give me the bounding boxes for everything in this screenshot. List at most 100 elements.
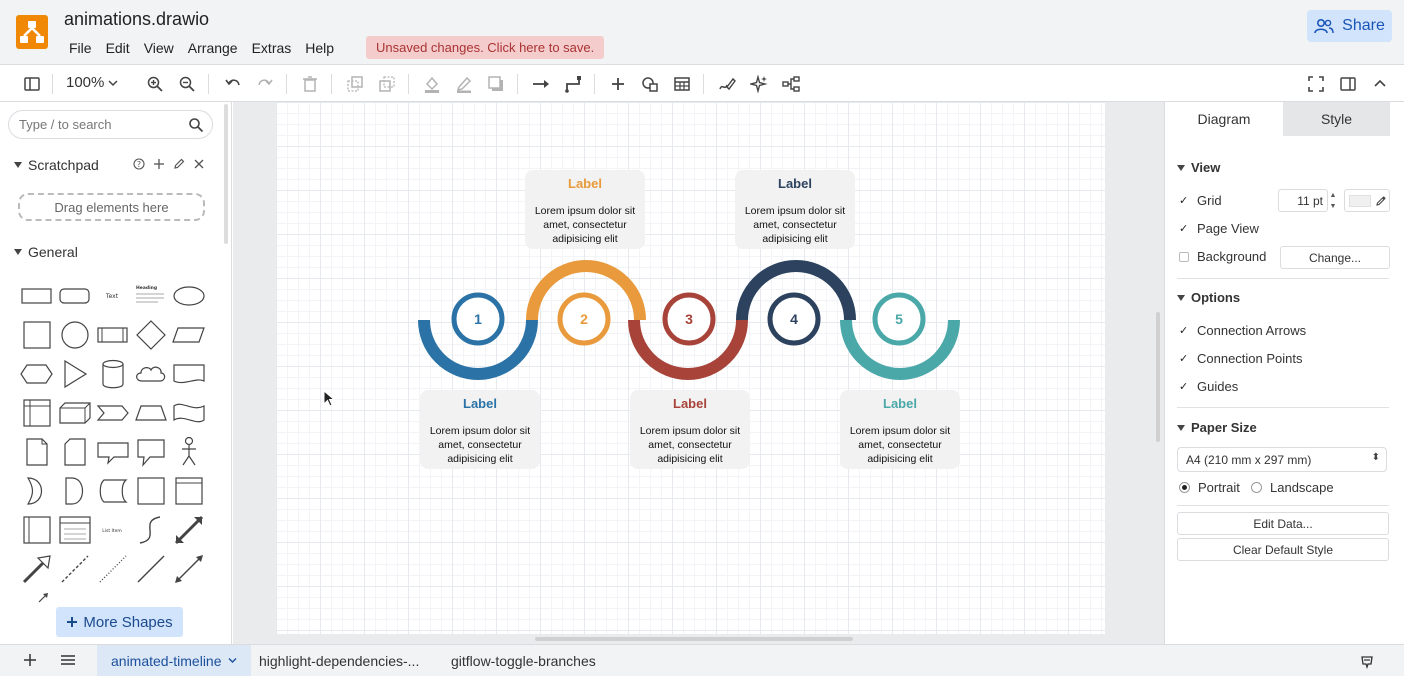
document-title[interactable]: animations.drawio <box>64 9 209 30</box>
shape-curve[interactable] <box>131 512 169 548</box>
grid-option[interactable]: ✓ Grid <box>1179 193 1222 208</box>
options-section-header[interactable]: Options <box>1177 290 1240 305</box>
more-shapes-button[interactable]: More Shapes <box>56 607 183 637</box>
paper-size-section-header[interactable]: Paper Size <box>1177 420 1257 435</box>
redo-button[interactable] <box>254 73 276 95</box>
shape-vertical-container[interactable] <box>17 512 55 548</box>
grid-checkbox[interactable]: ✓ <box>1179 195 1189 206</box>
toggle-format-panel-button[interactable] <box>1337 73 1359 95</box>
shape-container-square[interactable] <box>131 473 169 509</box>
connection-style-button[interactable] <box>530 73 552 95</box>
shape-text[interactable]: Text <box>93 278 131 314</box>
page-view-option[interactable]: ✓ Page View <box>1179 221 1259 236</box>
share-button[interactable]: Share <box>1307 10 1392 42</box>
menu-view[interactable]: View <box>137 38 181 58</box>
landscape-option[interactable]: Landscape <box>1251 480 1334 495</box>
zoom-in-button[interactable] <box>144 73 166 95</box>
fullscreen-button[interactable] <box>1305 73 1327 95</box>
grid-size-stepper[interactable]: ▲ ▼ <box>1328 190 1338 212</box>
fill-color-button[interactable] <box>421 73 443 95</box>
menu-arrange[interactable]: Arrange <box>181 38 245 58</box>
diagram-page[interactable]: 1 2 3 4 5 Label Lorem ipsum dolor sit am… <box>276 102 1105 634</box>
shape-double-arrow-line[interactable] <box>169 551 207 587</box>
menu-help[interactable]: Help <box>298 38 341 58</box>
diagram-canvas[interactable]: 1 2 3 4 5 Label Lorem ipsum dolor sit am… <box>233 102 1164 644</box>
shape-container-titled[interactable] <box>169 473 207 509</box>
help-icon[interactable]: ? <box>133 158 145 170</box>
shape-triangle[interactable] <box>55 356 93 392</box>
shape-speech-bubble[interactable] <box>131 434 169 470</box>
page-tab-highlight-dependencies[interactable]: highlight-dependencies-... <box>245 645 433 676</box>
tab-style[interactable]: Style <box>1283 102 1390 136</box>
shape-cylinder[interactable] <box>93 356 131 392</box>
zoom-dropdown[interactable]: 100% <box>66 74 118 91</box>
shape-circle[interactable] <box>55 317 93 353</box>
shape-diamond[interactable] <box>131 317 169 353</box>
shape-actor[interactable] <box>169 434 207 470</box>
shape-line[interactable] <box>131 551 169 587</box>
paper-size-select[interactable]: A4 (210 mm x 297 mm) ⬍ <box>1177 447 1387 472</box>
shape-card[interactable] <box>55 434 93 470</box>
scratchpad-drop-zone[interactable]: Drag elements here <box>18 193 205 221</box>
shape-cloud[interactable] <box>131 356 169 392</box>
edit-data-button[interactable]: Edit Data... <box>1177 512 1389 535</box>
shadow-button[interactable] <box>485 73 507 95</box>
shape-square[interactable] <box>17 317 55 353</box>
feedback-button[interactable] <box>1359 653 1375 670</box>
shape-dotted-line[interactable] <box>93 551 131 587</box>
shape-step[interactable] <box>93 395 131 431</box>
layout-button[interactable] <box>780 73 802 95</box>
shape-arrow[interactable] <box>17 551 55 587</box>
shape-document[interactable] <box>169 356 207 392</box>
shape-hexagon[interactable] <box>17 356 55 392</box>
portrait-radio[interactable] <box>1179 482 1190 493</box>
landscape-radio[interactable] <box>1251 482 1262 493</box>
page-view-checkbox[interactable]: ✓ <box>1179 223 1189 234</box>
shape-cube[interactable] <box>55 395 93 431</box>
shape-search-input[interactable]: Type / to search <box>8 110 213 139</box>
shape-tape[interactable] <box>169 395 207 431</box>
shape-ellipse[interactable] <box>169 278 207 314</box>
add-icon[interactable] <box>153 158 165 170</box>
insert-button[interactable] <box>607 73 629 95</box>
step-1-card[interactable]: Label Lorem ipsum dolor sit amet, consec… <box>420 390 540 469</box>
shape-small-arrow[interactable] <box>17 584 55 620</box>
general-header[interactable]: General <box>14 244 78 260</box>
shape-parallelogram[interactable] <box>169 317 207 353</box>
shapes-button[interactable] <box>639 73 661 95</box>
shape-callout[interactable] <box>93 434 131 470</box>
sidebar-scrollbar[interactable] <box>224 104 228 244</box>
menu-extras[interactable]: Extras <box>245 38 299 58</box>
shape-note[interactable] <box>17 434 55 470</box>
shape-and[interactable] <box>55 473 93 509</box>
connection-arrows-option[interactable]: ✓ Connection Arrows <box>1179 323 1306 338</box>
step-2-card[interactable]: Label Lorem ipsum dolor sit amet, consec… <box>525 170 645 249</box>
step-3-card[interactable]: Label Lorem ipsum dolor sit amet, consec… <box>630 390 750 469</box>
menu-edit[interactable]: Edit <box>99 38 137 58</box>
tab-diagram[interactable]: Diagram <box>1165 102 1283 136</box>
zoom-out-button[interactable] <box>176 73 198 95</box>
collapse-toolbar-button[interactable] <box>1369 73 1391 95</box>
grid-color-picker[interactable] <box>1344 189 1390 212</box>
to-back-button[interactable] <box>376 73 398 95</box>
shape-rectangle[interactable] <box>17 278 55 314</box>
grid-size-input[interactable]: 11 pt <box>1278 189 1328 212</box>
edit-icon[interactable] <box>173 158 185 170</box>
to-front-button[interactable] <box>344 73 366 95</box>
unsaved-changes-notice[interactable]: Unsaved changes. Click here to save. <box>366 36 605 59</box>
shape-textbox[interactable]: Heading <box>131 278 169 314</box>
toggle-sidebar-button[interactable] <box>21 73 43 95</box>
shape-process[interactable] <box>93 317 131 353</box>
page-tab-gitflow-toggle-branches[interactable]: gitflow-toggle-branches <box>437 645 610 676</box>
background-option[interactable]: Background <box>1179 249 1266 264</box>
add-page-button[interactable] <box>22 653 38 669</box>
view-section-header[interactable]: View <box>1177 160 1220 175</box>
canvas-horizontal-scrollbar[interactable] <box>535 637 853 641</box>
chevron-down-icon[interactable] <box>228 657 237 664</box>
pages-menu-button[interactable] <box>60 653 76 669</box>
generate-button[interactable] <box>748 73 770 95</box>
connection-points-checkbox[interactable]: ✓ <box>1179 353 1189 364</box>
shape-internal-storage[interactable] <box>17 395 55 431</box>
waypoints-button[interactable] <box>562 73 584 95</box>
timeline-diagram[interactable]: 1 2 3 4 5 <box>276 102 1105 634</box>
